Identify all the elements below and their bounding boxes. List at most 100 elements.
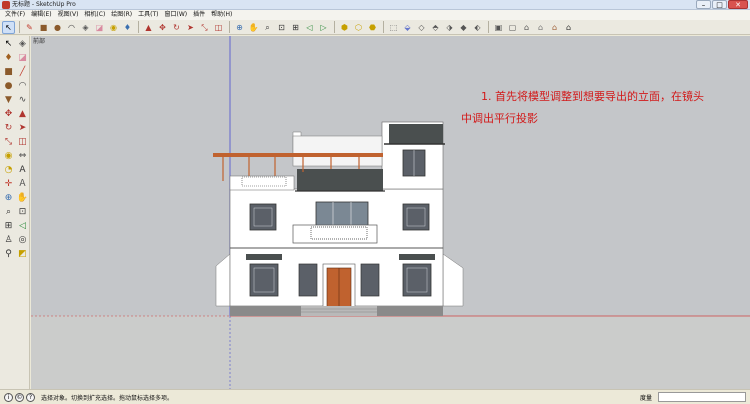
menu-tools[interactable]: 工具(T): [135, 10, 161, 20]
paint-bucket-icon[interactable]: ♦: [121, 21, 134, 34]
eraser-tool-icon[interactable]: ◪: [16, 52, 29, 65]
next-view-icon[interactable]: ▷: [317, 21, 330, 34]
wireframe-icon[interactable]: ▢: [506, 21, 519, 34]
main-toolbar: ↖ ✎ ■ ● ◠ ◈ ◪ ◉ ♦ ▲ ✥ ↻ ➤ ⤡ ◫ ⊕ ✋ ⌕ ⊡ ⊞ ◁ ▷ ⬢ ⬡ ⬣ ⬚ ⬙ ◇ ⬘ ⬗ ◆ ⬖ ▣ ▢ ⌂ ⌂ ⌂ ⌂: [0, 20, 750, 35]
move-icon[interactable]: ✥: [156, 21, 169, 34]
get-models-icon[interactable]: ⬢: [338, 21, 351, 34]
share-component-icon[interactable]: ⬣: [366, 21, 379, 34]
shaded-icon[interactable]: ⌂: [534, 21, 547, 34]
tape-measure-icon[interactable]: ◉: [107, 21, 120, 34]
paint-bucket-tool-icon[interactable]: ♦: [2, 52, 15, 65]
scale-tool-icon[interactable]: ⤡: [2, 136, 15, 149]
offset-tool-icon[interactable]: ◫: [16, 136, 29, 149]
close-button[interactable]: ✕: [728, 0, 748, 9]
section-plane-tool-icon[interactable]: ◩: [16, 248, 29, 261]
pan-icon[interactable]: ✋: [247, 21, 260, 34]
status-message: 选择对象。切换到扩充选择。拖动鼠标选择多项。: [41, 394, 174, 402]
rectangle-tool-icon[interactable]: ■: [2, 66, 15, 79]
zoom-icon[interactable]: ⌕: [261, 21, 274, 34]
menu-file[interactable]: 文件(F): [2, 10, 28, 20]
tape-measure-tool-icon[interactable]: ◉: [2, 150, 15, 163]
share-model-icon[interactable]: ⬡: [352, 21, 365, 34]
text-tool-icon[interactable]: A: [16, 164, 29, 177]
menu-window[interactable]: 窗口(W): [162, 10, 191, 20]
zoom-extents-icon[interactable]: ⊞: [289, 21, 302, 34]
follow-me-tool-icon[interactable]: ➤: [16, 122, 29, 135]
annotation-line-1: 1. 首先将模型调整到想要导出的立面，在镜头: [481, 90, 704, 103]
follow-me-icon[interactable]: ➤: [184, 21, 197, 34]
axes-tool-icon[interactable]: ✛: [2, 178, 15, 191]
scale-icon[interactable]: ⤡: [198, 21, 211, 34]
rotate-icon[interactable]: ↻: [170, 21, 183, 34]
monochrome-icon[interactable]: ⌂: [562, 21, 575, 34]
help-icon[interactable]: ?: [26, 392, 35, 402]
top-view-icon[interactable]: ◇: [415, 21, 428, 34]
position-camera-tool-icon[interactable]: ♙: [2, 234, 15, 247]
menu-plugins[interactable]: 插件: [190, 10, 208, 20]
toolbar-separator: [19, 21, 20, 33]
push-pull-tool-icon[interactable]: ▲: [16, 108, 29, 121]
protractor-tool-icon[interactable]: ◔: [2, 164, 15, 177]
xray-icon[interactable]: ▣: [492, 21, 505, 34]
right-view-icon[interactable]: ⬗: [443, 21, 456, 34]
maximize-button[interactable]: □: [712, 0, 727, 9]
make-component-icon[interactable]: ◈: [79, 21, 92, 34]
3d-text-tool-icon[interactable]: Ａ: [16, 178, 29, 191]
menu-draw[interactable]: 绘图(R): [108, 10, 135, 20]
menu-view[interactable]: 视图(V): [55, 10, 82, 20]
window-controls: – □ ✕: [695, 0, 748, 10]
copyright-icon[interactable]: ©: [15, 392, 24, 402]
minimize-button[interactable]: –: [696, 0, 711, 9]
menu-bar: 文件(F) 编辑(E) 视图(V) 相机(C) 绘图(R) 工具(T) 窗口(W…: [0, 10, 750, 20]
sketchup-logo-icon: [2, 1, 10, 9]
make-component-tool-icon[interactable]: ◈: [16, 38, 29, 51]
rotate-tool-icon[interactable]: ↻: [2, 122, 15, 135]
scene-tab[interactable]: 前部: [33, 36, 45, 45]
push-pull-icon[interactable]: ▲: [142, 21, 155, 34]
circle-tool-icon[interactable]: ●: [2, 80, 15, 93]
circle-icon[interactable]: ●: [51, 21, 64, 34]
zoom-window-icon[interactable]: ⊡: [275, 21, 288, 34]
hidden-line-icon[interactable]: ⌂: [520, 21, 533, 34]
select-icon[interactable]: ↖: [2, 20, 15, 34]
eraser-icon[interactable]: ◪: [93, 21, 106, 34]
dimension-tool-icon[interactable]: ⇔: [16, 150, 29, 163]
orbit-tool-icon[interactable]: ⊕: [2, 192, 15, 205]
status-bar: i © ? 选择对象。切换到扩充选择。拖动鼠标选择多项。 度量: [0, 389, 750, 404]
arc-tool-icon[interactable]: ◠: [16, 80, 29, 93]
measurements-input[interactable]: [658, 392, 746, 402]
front-view-icon[interactable]: ⬘: [429, 21, 442, 34]
menu-help[interactable]: 帮助(H): [208, 10, 235, 20]
previous-view-icon[interactable]: ◁: [303, 21, 316, 34]
menu-camera[interactable]: 相机(C): [81, 10, 108, 20]
pencil-icon[interactable]: ✎: [23, 21, 36, 34]
move-tool-icon[interactable]: ✥: [2, 108, 15, 121]
look-around-tool-icon[interactable]: ◎: [16, 234, 29, 247]
arc-icon[interactable]: ◠: [65, 21, 78, 34]
extension-warehouse-icon[interactable]: ⬚: [387, 21, 400, 34]
left-view-icon[interactable]: ⬖: [471, 21, 484, 34]
offset-icon[interactable]: ◫: [212, 21, 225, 34]
select-tool-icon[interactable]: ↖: [2, 38, 15, 51]
model-viewport[interactable]: 前部 1. 首先将模型调整到想要导出的立面，在镜头 中调出平行投影: [31, 36, 750, 389]
zoom-tool-icon[interactable]: ⌕: [2, 206, 15, 219]
walk-tool-icon[interactable]: ⚲: [2, 248, 15, 261]
orbit-icon[interactable]: ⊕: [233, 21, 246, 34]
zoom-window-tool-icon[interactable]: ⊡: [16, 206, 29, 219]
rectangle-icon[interactable]: ■: [37, 21, 50, 34]
pan-tool-icon[interactable]: ✋: [16, 192, 29, 205]
menu-edit[interactable]: 编辑(E): [28, 10, 54, 20]
building-elevation[interactable]: [213, 121, 464, 316]
line-tool-icon[interactable]: ╱: [16, 66, 29, 79]
title-bar: 无标题 - SketchUp Pro – □ ✕: [0, 0, 750, 10]
toolbar-separator: [229, 21, 230, 33]
shaded-textures-icon[interactable]: ⌂: [548, 21, 561, 34]
iso-view-icon[interactable]: ⬙: [401, 21, 414, 34]
info-icon[interactable]: i: [4, 392, 13, 402]
previous-tool-icon[interactable]: ◁: [16, 220, 29, 233]
toolbar-separator: [334, 21, 335, 33]
back-view-icon[interactable]: ◆: [457, 21, 470, 34]
zoom-extents-tool-icon[interactable]: ⊞: [2, 220, 15, 233]
freehand-tool-icon[interactable]: ∿: [16, 94, 29, 107]
polygon-tool-icon[interactable]: ▼: [2, 94, 15, 107]
